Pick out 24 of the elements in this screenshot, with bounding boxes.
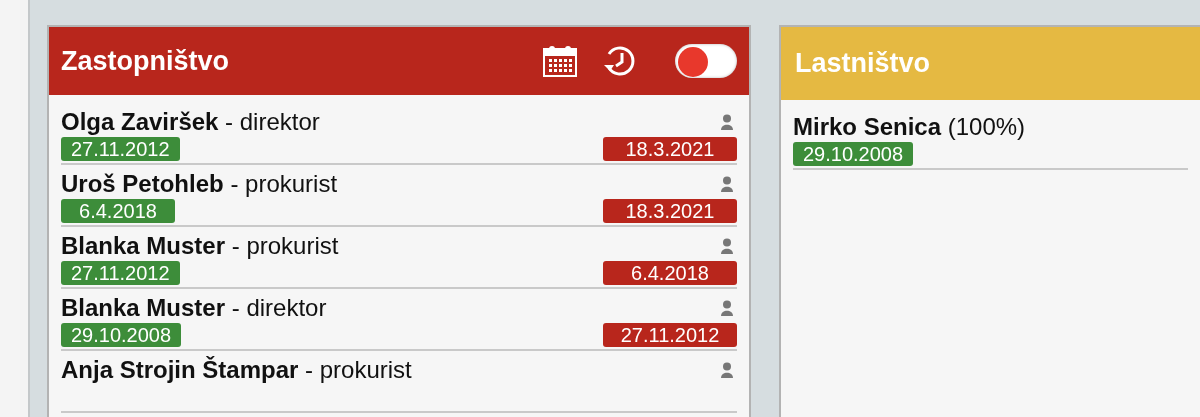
person-entry: Blanka Muster - direktor bbox=[61, 294, 327, 322]
person-icon bbox=[721, 362, 733, 378]
card-title: Lastništvo bbox=[795, 48, 932, 79]
end-date-badge: 18.3.2021 bbox=[603, 137, 737, 161]
person-icon bbox=[721, 114, 733, 130]
person-icon bbox=[721, 238, 733, 254]
end-date-badge: 27.11.2012 bbox=[603, 323, 737, 347]
start-date-badge: 29.10.2008 bbox=[61, 323, 182, 347]
start-date-badge: 29.10.2008 bbox=[793, 142, 914, 166]
end-date-badge: 6.4.2018 bbox=[603, 261, 737, 285]
card-title: Zastopništvo bbox=[61, 45, 230, 77]
person-entry: Anja Strojin Štampar - prokurist bbox=[61, 356, 412, 384]
calendar-icon[interactable] bbox=[543, 45, 577, 77]
person-entry: Olga Zaviršek - direktor bbox=[61, 108, 320, 136]
person-entry: Uroš Petohleb - prokurist bbox=[61, 170, 338, 198]
start-date-badge: 27.11.2012 bbox=[61, 261, 180, 285]
person-icon bbox=[721, 176, 733, 192]
person-icon bbox=[721, 300, 733, 316]
end-date-badge: 18.3.2021 bbox=[603, 199, 737, 223]
start-date-badge: 27.11.2012 bbox=[61, 137, 180, 161]
owner-entry: Mirko Senica (100%) bbox=[793, 113, 1026, 141]
toggle-switch[interactable] bbox=[675, 44, 737, 78]
person-entry: Blanka Muster - prokurist bbox=[61, 232, 339, 260]
start-date-badge: 6.4.2018 bbox=[61, 199, 175, 223]
